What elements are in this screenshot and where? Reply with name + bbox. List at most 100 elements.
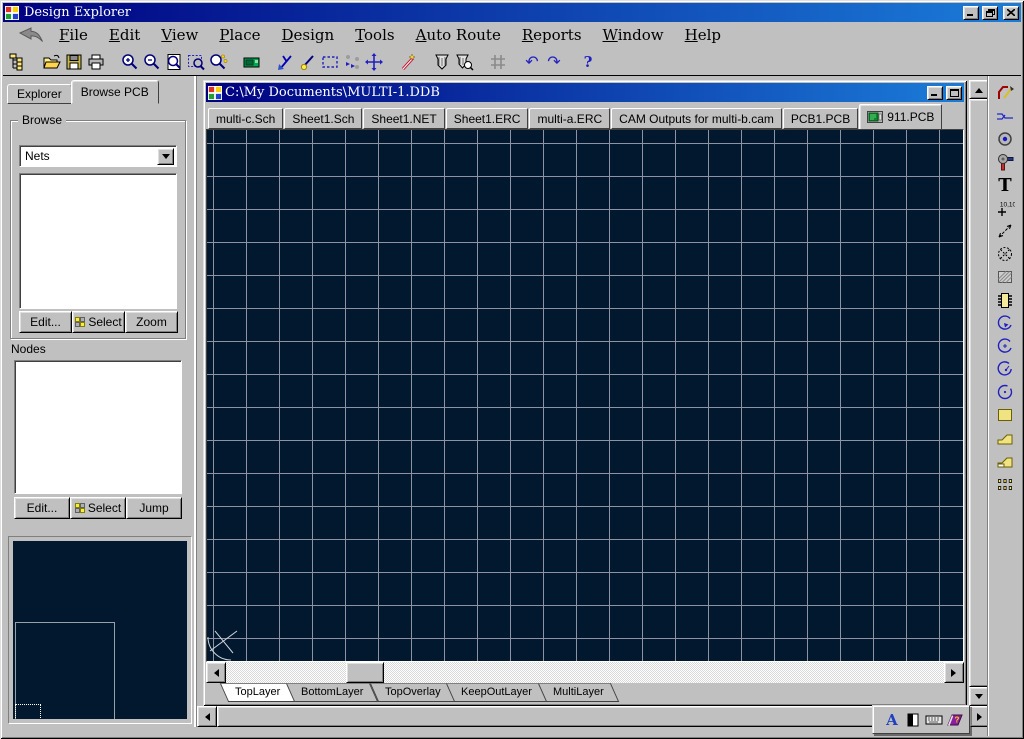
ime-halfshape-icon[interactable] [902, 708, 923, 731]
select-button[interactable]: Select [70, 497, 126, 519]
help-icon[interactable]: ? [577, 51, 599, 73]
board-view-icon[interactable] [241, 51, 263, 73]
system-arrow-icon[interactable] [19, 27, 45, 43]
redo-icon[interactable]: ↷ [543, 51, 565, 73]
window-menu[interactable]: Window [601, 25, 666, 45]
bottomlayer-tab[interactable]: BottomLayer [286, 683, 379, 702]
place-menu[interactable]: Place [217, 25, 262, 45]
deselect-icon[interactable] [341, 51, 363, 73]
zoom-area-icon[interactable] [185, 51, 207, 73]
doc-minimize-button[interactable] [927, 86, 943, 100]
help-menu[interactable]: Help [683, 25, 723, 45]
open-icon[interactable] [41, 51, 63, 73]
shield-icon[interactable] [431, 51, 453, 73]
sheet1-erc-tab[interactable]: Sheet1.ERC [446, 108, 529, 129]
multi-c-sch-tab[interactable]: multi-c.Sch [208, 108, 283, 129]
zoom-in-icon[interactable] [119, 51, 141, 73]
reports-menu[interactable]: Reports [520, 25, 584, 45]
edit-button[interactable]: Edit... [14, 497, 70, 519]
tools-menu[interactable]: Tools [353, 25, 396, 45]
place-fill-icon[interactable] [993, 267, 1017, 287]
browse-pcb-tab[interactable]: Browse PCB [71, 80, 159, 104]
place-via-icon[interactable] [993, 152, 1017, 172]
topoverlay-tab[interactable]: TopOverlay [369, 683, 455, 702]
cutter-icon[interactable] [275, 51, 297, 73]
place-coordinate-icon[interactable]: 10,10 [993, 198, 1017, 218]
file-menu[interactable]: File [57, 25, 90, 45]
browse-type-dropdown[interactable]: Nets [19, 145, 177, 167]
select-button[interactable]: Select [72, 311, 125, 333]
edit-menu[interactable]: Edit [107, 25, 142, 45]
pcb-canvas[interactable] [206, 129, 964, 662]
zoom-out-icon[interactable] [141, 51, 163, 73]
zoom-button[interactable]: Zoom [125, 311, 178, 333]
minimize-button[interactable] [963, 6, 979, 20]
place-dimension-icon[interactable] [993, 221, 1017, 241]
ime-toolbar: A? [872, 705, 970, 734]
place-string-icon[interactable]: T [993, 175, 1017, 195]
ime-a-icon[interactable]: A [881, 708, 902, 731]
nodes-listbox[interactable] [14, 360, 182, 494]
vscroll-thumb[interactable] [969, 99, 989, 687]
document-hscrollbar[interactable] [206, 662, 964, 683]
cam-outputs-for-multi-b-cam-tab[interactable]: CAM Outputs for multi-b.cam [611, 108, 782, 129]
keepoutlayer-tab[interactable]: KeepOutLayer [446, 683, 547, 702]
mdi-scroll-left-button[interactable] [197, 706, 217, 727]
place-wire-icon[interactable] [993, 106, 1017, 126]
zoom-point-icon[interactable] [207, 51, 229, 73]
undo-icon[interactable]: ↶ [521, 51, 543, 73]
place-component-icon[interactable] [993, 290, 1017, 310]
scroll-left-button[interactable] [206, 662, 226, 683]
sheet1-net-tab[interactable]: Sheet1.NET [363, 108, 444, 129]
scroll-down-button[interactable] [969, 687, 989, 706]
scroll-right-button[interactable] [944, 662, 964, 683]
auto-route-menu[interactable]: Auto Route [414, 25, 503, 45]
view-menu[interactable]: View [159, 25, 200, 45]
grid-icon[interactable] [487, 51, 509, 73]
ime-keyboard-icon[interactable] [923, 708, 944, 731]
paste-array-icon[interactable] [993, 474, 1017, 494]
jump-button[interactable]: Jump [126, 497, 182, 519]
multilayer-tab[interactable]: MultiLayer [538, 683, 619, 702]
sheet1-sch-tab[interactable]: Sheet1.Sch [284, 108, 362, 129]
move-icon[interactable] [363, 51, 385, 73]
save-icon[interactable] [63, 51, 85, 73]
board-preview[interactable] [8, 536, 192, 724]
close-button[interactable] [1003, 6, 1019, 20]
hscroll-thumb[interactable] [346, 662, 384, 683]
scroll-up-button[interactable] [969, 80, 989, 99]
doc-maximize-button[interactable] [946, 86, 962, 100]
viewport-rect[interactable] [15, 704, 41, 719]
explorer-tab[interactable]: Explorer [7, 84, 72, 104]
place-track-icon[interactable] [993, 83, 1017, 103]
restore-button[interactable] [982, 6, 998, 20]
design-manager-icon[interactable] [7, 51, 29, 73]
wand-icon[interactable] [397, 51, 419, 73]
nets-listbox[interactable] [19, 173, 177, 309]
mdi-hscroll-thumb[interactable] [217, 706, 949, 727]
toplayer-tab[interactable]: TopLayer [220, 683, 296, 702]
shield-zoom-icon[interactable] [453, 51, 475, 73]
polygon-icon[interactable] [993, 428, 1017, 448]
rect-fill-icon[interactable] [993, 405, 1017, 425]
mdi-vscrollbar[interactable] [969, 80, 989, 706]
911-pcb-tab[interactable]: 911.PCB [859, 104, 942, 129]
design-menu[interactable]: Design [280, 25, 337, 45]
ime-book-icon[interactable]: ? [944, 708, 965, 731]
arc-center-icon[interactable] [993, 336, 1017, 356]
dropdown-arrow-button[interactable] [157, 148, 174, 165]
zoom-all-icon[interactable] [163, 51, 185, 73]
arc-any-icon[interactable] [993, 359, 1017, 379]
split-plane-icon[interactable] [993, 451, 1017, 471]
place-pad-icon[interactable] [993, 129, 1017, 149]
multi-a-erc-tab[interactable]: multi-a.ERC [529, 108, 610, 129]
edit-button[interactable]: Edit... [19, 311, 72, 333]
highlight-icon[interactable] [297, 51, 319, 73]
arc-edge-icon[interactable] [993, 313, 1017, 333]
board-preview-canvas[interactable] [13, 541, 187, 719]
circle-icon[interactable] [993, 382, 1017, 402]
pcb1-pcb-tab[interactable]: PCB1.PCB [783, 108, 858, 129]
place-keepout-icon[interactable] [993, 244, 1017, 264]
select-area-icon[interactable] [319, 51, 341, 73]
print-icon[interactable] [85, 51, 107, 73]
